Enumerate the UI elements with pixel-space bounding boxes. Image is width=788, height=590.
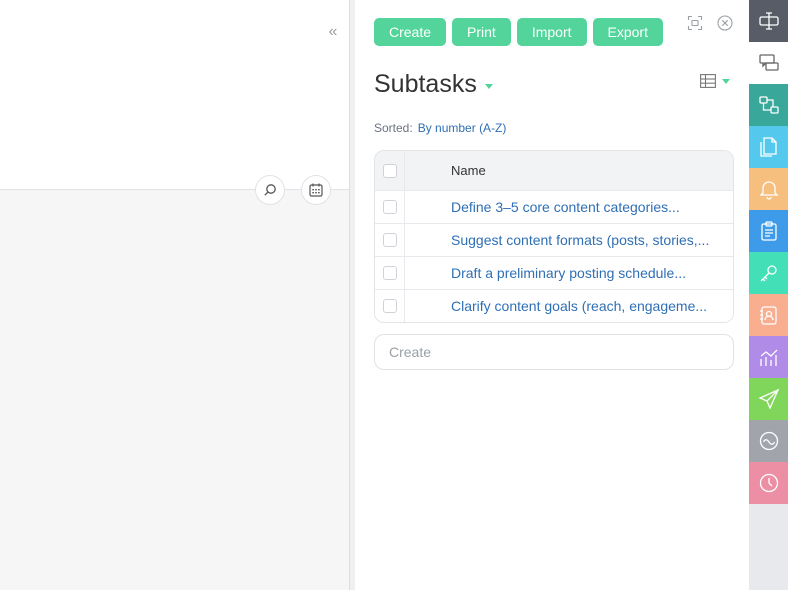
subtasks-table: Name Define 3–5 core content categories.… [374,150,734,323]
document-icon [759,137,777,157]
key-icon [760,265,777,282]
toolbar: Create Print Import Export [374,18,663,46]
calendar-button[interactable] [301,175,331,205]
wave-icon [759,431,778,451]
row-checkbox[interactable] [382,299,397,313]
chart-icon [759,349,777,366]
row-checkbox[interactable] [382,200,397,214]
sidebar-button-key[interactable] [749,252,788,294]
sort-order-link[interactable]: By number (A-Z) [418,121,507,135]
cursor-text-icon [758,12,779,30]
search-icon [264,184,276,196]
close-panel-button[interactable] [716,14,734,32]
sidebar-button-documents[interactable] [749,126,788,168]
print-button[interactable]: Print [452,18,511,46]
table-row: Suggest content formats (posts, stories,… [375,223,733,256]
sidebar-button-history[interactable] [749,462,788,504]
comments-icon [758,54,779,71]
hierarchy-icon [758,96,779,114]
fullscreen-button[interactable] [686,14,704,32]
view-switch[interactable] [700,74,730,88]
create-button[interactable]: Create [374,18,447,46]
table-row: Define 3–5 core content categories... [375,190,733,223]
row-checkbox[interactable] [382,233,397,247]
subtask-link[interactable]: Draft a preliminary posting schedule... [405,265,733,281]
sidebar-button-comments[interactable] [749,42,788,84]
bell-icon [758,181,779,200]
calendar-icon [309,183,323,197]
sorted-label: Sorted: [374,121,413,135]
subtask-link[interactable]: Define 3–5 core content categories... [405,199,733,215]
subtasks-panel: Create Print Import Export Subtasks Sort… [355,0,749,590]
search-button[interactable] [255,175,285,205]
create-subtask-input[interactable] [374,334,734,370]
chevron-down-icon [722,78,730,84]
import-button[interactable]: Import [516,18,587,46]
fullscreen-icon [687,15,703,31]
sidebar-button-send[interactable] [749,378,788,420]
table-row: Draft a preliminary posting schedule... [375,256,733,289]
select-all-checkbox[interactable] [382,163,397,178]
sidebar-button-notifications[interactable] [749,168,788,210]
sidebar-button-reports[interactable] [749,336,788,378]
send-icon [757,388,779,410]
clipboard-icon [760,221,777,241]
sort-indicator: Sorted: By number (A-Z) [374,121,506,135]
sidebar-button-hierarchy[interactable] [749,84,788,126]
name-column-header[interactable]: Name [405,163,733,178]
table-row: Clarify content goals (reach, engageme..… [375,289,733,322]
page-title-text: Subtasks [374,70,477,98]
subtask-link[interactable]: Clarify content goals (reach, engageme..… [405,298,733,314]
page-title: Subtasks [374,70,493,99]
subtask-link[interactable]: Suggest content formats (posts, stories,… [405,232,733,248]
sidebar-button-cursor[interactable] [749,0,788,42]
row-checkbox[interactable] [382,266,397,280]
right-sidebar [749,0,788,590]
export-button[interactable]: Export [592,18,663,46]
table-view-icon [700,74,716,88]
close-icon [717,15,733,31]
sidebar-button-clipboard[interactable] [749,210,788,252]
main-area-top: « [0,0,349,205]
clock-icon [759,473,778,493]
sidebar-button-contacts[interactable] [749,294,788,336]
title-dropdown-caret[interactable] [484,84,493,89]
table-header: Name [375,151,733,190]
collapse-panel-button[interactable]: « [324,22,342,42]
contact-icon [759,306,777,325]
sidebar-button-activity[interactable] [749,420,788,462]
